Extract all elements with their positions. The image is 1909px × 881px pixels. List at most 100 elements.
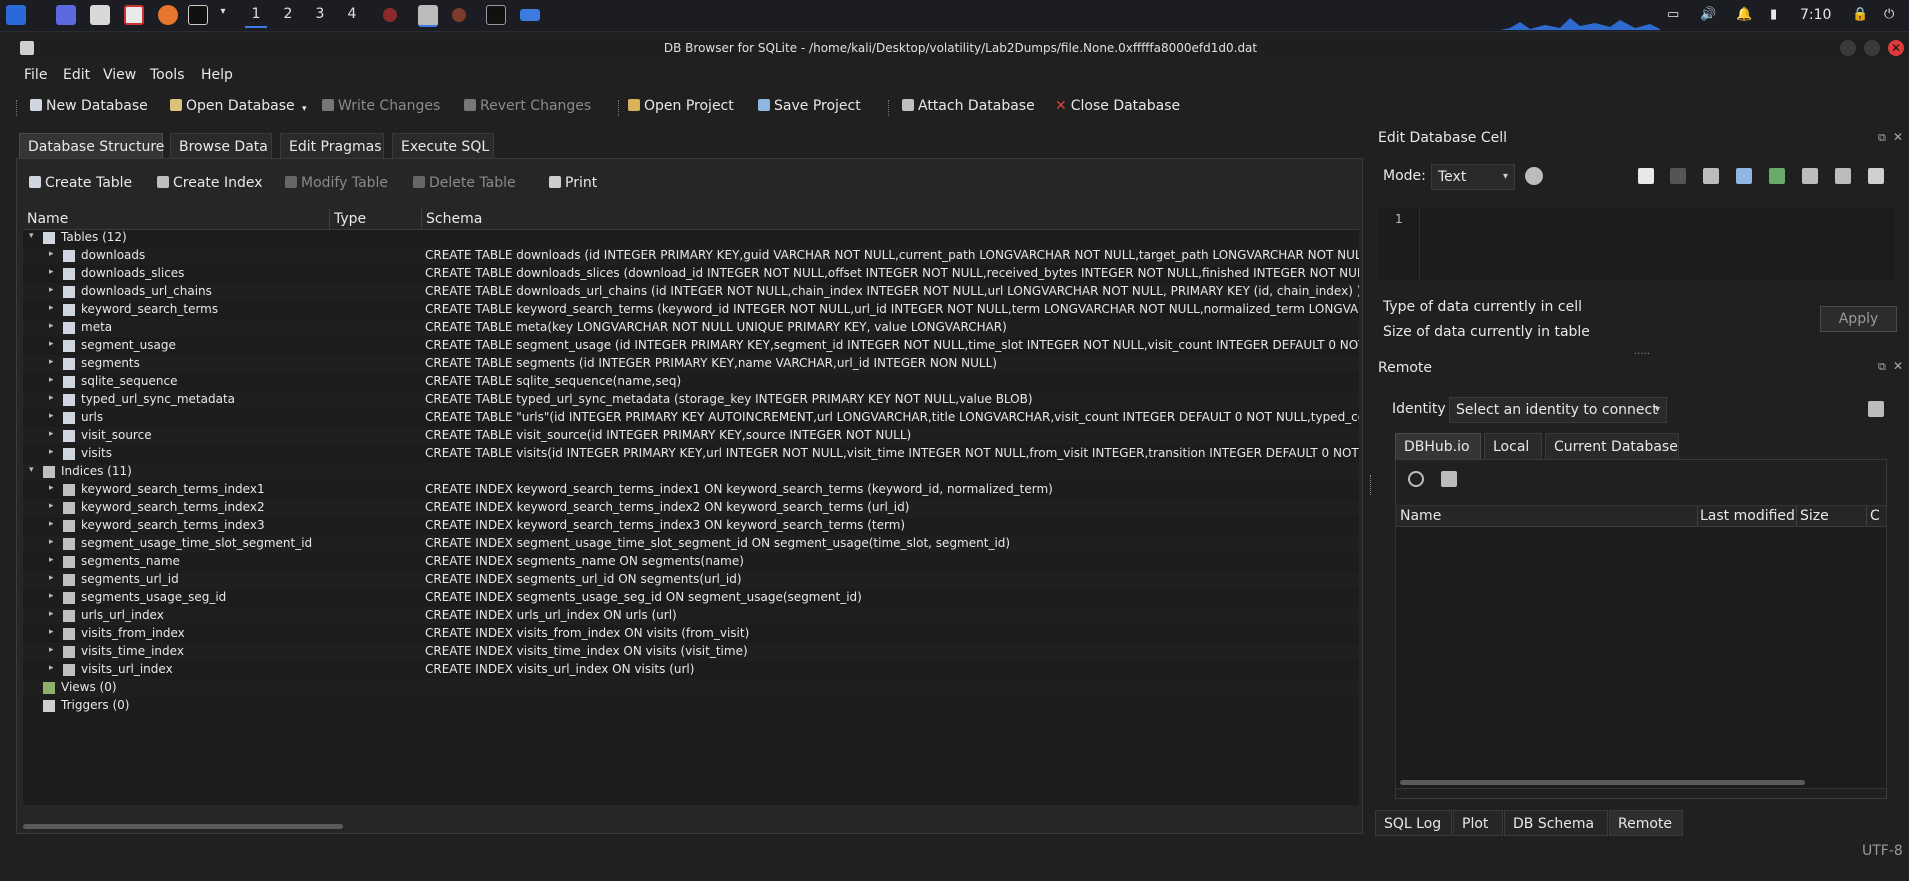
table-row[interactable]: ▸ downloads_url_chains CREATE TABLE downlo… xyxy=(23,283,1359,301)
workspace-4[interactable]: 4 xyxy=(341,6,363,26)
remote-column-size[interactable]: Size xyxy=(1800,508,1829,524)
remote-close-icon[interactable]: ✕ xyxy=(1893,359,1903,373)
remote-float-icon[interactable]: ⧉ xyxy=(1878,360,1886,374)
expand-arrow-icon[interactable]: ▸ xyxy=(49,357,54,367)
expand-arrow-icon[interactable]: ▸ xyxy=(49,591,54,601)
table-row[interactable]: ▸ segment_usage CREATE TABLE segment_usage… xyxy=(23,337,1359,355)
notification-bell-icon[interactable]: 🔔 xyxy=(1736,7,1752,22)
remote-tab-local[interactable]: Local xyxy=(1484,433,1542,459)
refresh-icon[interactable] xyxy=(1408,471,1424,487)
workspace-3[interactable]: 3 xyxy=(309,6,331,26)
import-file-icon[interactable] xyxy=(1638,168,1654,184)
menu-help[interactable]: Help xyxy=(201,67,233,83)
identity-select[interactable]: Select an identity to connect ▾ xyxy=(1449,397,1667,423)
desktop-icon[interactable] xyxy=(56,5,76,25)
dock-close-icon[interactable]: ✕ xyxy=(1893,130,1903,144)
maximize-button[interactable] xyxy=(1864,40,1880,56)
scrollbar-thumb[interactable] xyxy=(23,824,343,829)
burp-icon[interactable] xyxy=(452,8,466,22)
column-divider[interactable] xyxy=(1697,506,1698,526)
cell-editor[interactable]: 1 xyxy=(1379,208,1894,280)
tab-sql-log[interactable]: SQL Log xyxy=(1375,810,1452,836)
clock[interactable]: 7:10 xyxy=(1800,7,1831,23)
kali-menu-icon[interactable] xyxy=(6,5,26,25)
cherrytree-icon[interactable] xyxy=(383,8,397,22)
expand-arrow-icon[interactable]: ▸ xyxy=(49,609,54,619)
expand-arrow-icon[interactable]: ▸ xyxy=(49,375,54,385)
tab-execute-sql[interactable]: Execute SQL xyxy=(392,133,494,159)
table-row[interactable]: ▸ segments CREATE TABLE segments (id INTEG… xyxy=(23,355,1359,373)
index-row[interactable]: ▸ visits_url_index CREATE INDEX visits_url… xyxy=(23,661,1359,679)
paste-icon[interactable] xyxy=(1769,168,1785,184)
print-button[interactable]: Print xyxy=(549,175,597,191)
menu-edit[interactable]: Edit xyxy=(63,67,90,83)
mode-select[interactable]: Text ▾ xyxy=(1431,164,1515,190)
text-editor-icon[interactable] xyxy=(124,5,144,25)
redo-icon[interactable] xyxy=(1835,168,1851,184)
expand-arrow-icon[interactable]: ▸ xyxy=(49,519,54,529)
index-row[interactable]: ▸ segments_name CREATE INDEX segments_name… xyxy=(23,553,1359,571)
window-list-icon[interactable]: ▭ xyxy=(1667,7,1679,22)
file-manager-icon[interactable] xyxy=(90,5,110,25)
close-database-button[interactable]: ✕ Close Database xyxy=(1055,98,1180,114)
table-row[interactable]: ▸ visits CREATE TABLE visits(id INTEGER PR… xyxy=(23,445,1359,463)
workspace-2[interactable]: 2 xyxy=(277,6,299,26)
tab-edit-pragmas[interactable]: Edit Pragmas xyxy=(280,133,384,159)
attach-database-button[interactable]: Attach Database xyxy=(902,98,1035,114)
create-index-button[interactable]: Create Index xyxy=(157,175,263,191)
column-header-name[interactable]: Name xyxy=(27,211,68,227)
expand-arrow-icon[interactable]: ▸ xyxy=(49,663,54,673)
db-browser-icon[interactable] xyxy=(418,5,438,27)
expand-arrow-icon[interactable]: ▸ xyxy=(49,393,54,403)
expand-arrow-icon[interactable]: ▸ xyxy=(49,483,54,493)
delete-table-button[interactable]: Delete Table xyxy=(413,175,516,191)
schema-tree[interactable]: Name Type Schema ▾ Tables (12) ▸ downloads C… xyxy=(23,209,1359,805)
terminal-icon[interactable] xyxy=(188,5,208,25)
workspace-1[interactable]: 1 xyxy=(245,6,267,28)
index-row[interactable]: ▸ visits_time_index CREATE INDEX visits_ti… xyxy=(23,643,1359,661)
tree-group-indices[interactable]: ▾ Indices (11) xyxy=(23,463,1359,481)
expand-arrow-icon[interactable]: ▸ xyxy=(49,303,54,313)
save-project-button[interactable]: Save Project xyxy=(758,98,861,114)
expand-arrow-icon[interactable]: ▸ xyxy=(49,537,54,547)
expand-arrow-icon[interactable]: ▸ xyxy=(49,627,54,637)
column-header-type[interactable]: Type xyxy=(334,211,366,227)
export-file-icon[interactable] xyxy=(1703,168,1719,184)
column-divider[interactable] xyxy=(1866,506,1867,526)
folder-window-icon[interactable] xyxy=(520,9,540,21)
write-changes-button[interactable]: Write Changes xyxy=(322,98,440,114)
menu-view[interactable]: View xyxy=(103,67,136,83)
expand-arrow-icon[interactable]: ▸ xyxy=(49,573,54,583)
index-row[interactable]: ▸ keyword_search_terms_index2 CREATE INDEX… xyxy=(23,499,1359,517)
identity-settings-icon[interactable] xyxy=(1868,401,1884,417)
table-row[interactable]: ▸ typed_url_sync_metadata CREATE TABLE typ… xyxy=(23,391,1359,409)
remote-tab-current-database[interactable]: Current Database xyxy=(1545,433,1679,459)
apply-button[interactable]: Apply xyxy=(1820,306,1897,332)
menu-file[interactable]: File xyxy=(24,67,47,83)
index-row[interactable]: ▸ segments_usage_seg_id CREATE INDEX segme… xyxy=(23,589,1359,607)
tree-group-triggers[interactable]: Triggers (0) xyxy=(23,697,1359,715)
column-divider[interactable] xyxy=(329,209,330,229)
tab-database-structure[interactable]: Database Structure xyxy=(19,133,164,159)
open-database-dropdown[interactable]: ▾ xyxy=(302,104,307,114)
open-project-button[interactable]: Open Project xyxy=(628,98,734,114)
tab-browse-data[interactable]: Browse Data xyxy=(170,133,272,159)
volume-icon[interactable]: 🔊 xyxy=(1700,7,1716,22)
collapse-arrow-icon[interactable]: ▾ xyxy=(29,465,34,475)
lock-icon[interactable]: 🔒 xyxy=(1852,7,1868,22)
chevron-down-icon[interactable]: ▾ xyxy=(212,6,234,26)
collapse-arrow-icon[interactable]: ▾ xyxy=(29,231,34,241)
expand-arrow-icon[interactable]: ▸ xyxy=(49,645,54,655)
table-row[interactable]: ▸ sqlite_sequence CREATE TABLE sqlite_sequ… xyxy=(23,373,1359,391)
modify-table-button[interactable]: Modify Table xyxy=(285,175,388,191)
table-row[interactable]: ▸ downloads CREATE TABLE downloads (id INT… xyxy=(23,247,1359,265)
print-cell-icon[interactable] xyxy=(1868,168,1884,184)
open-database-button[interactable]: Open Database xyxy=(170,98,295,114)
dock-resize-grip[interactable]: ..... xyxy=(1634,346,1650,357)
table-row[interactable]: ▸ meta CREATE TABLE meta(key LONGVARCHAR N… xyxy=(23,319,1359,337)
tree-group-views[interactable]: Views (0) xyxy=(23,679,1359,697)
column-divider[interactable] xyxy=(1796,506,1797,526)
close-button[interactable]: ✕ xyxy=(1888,40,1904,56)
menu-tools[interactable]: Tools xyxy=(150,67,185,83)
expand-arrow-icon[interactable]: ▸ xyxy=(49,447,54,457)
